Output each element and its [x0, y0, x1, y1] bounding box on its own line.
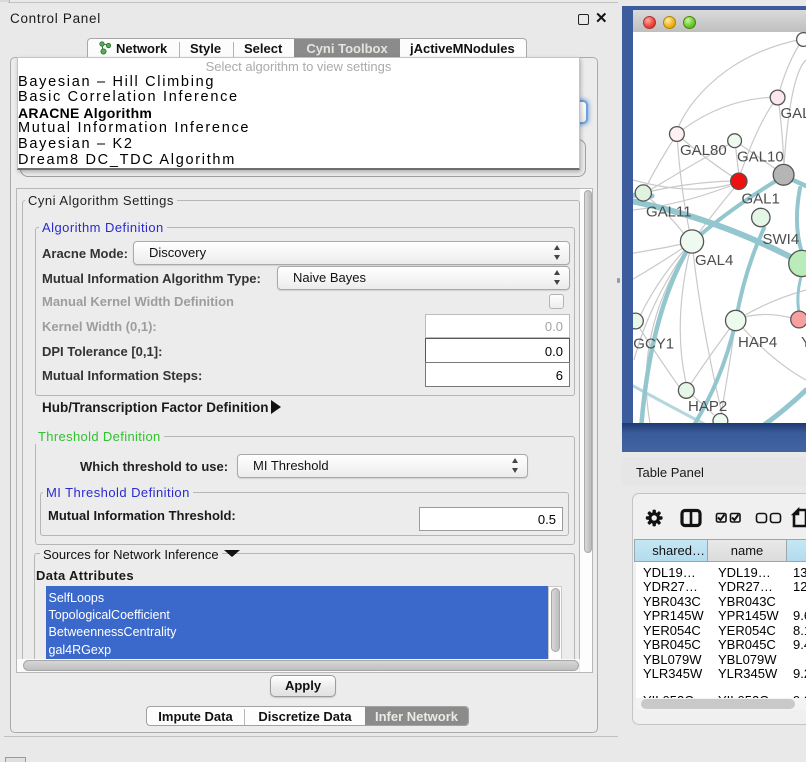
svg-text:YJ: YJ — [801, 334, 806, 351]
svg-text:GCY1: GCY1 — [633, 336, 674, 353]
svg-text:SWI4: SWI4 — [763, 231, 800, 248]
svg-text:HAP2: HAP2 — [688, 398, 727, 415]
svg-text:GAL1: GAL1 — [742, 191, 780, 208]
svg-text:GAL11: GAL11 — [646, 204, 692, 221]
svg-text:GAL80: GAL80 — [680, 142, 727, 159]
svg-text:GAL10: GAL10 — [737, 149, 784, 166]
svg-text:GAL4: GAL4 — [695, 252, 733, 269]
svg-text:HAP4: HAP4 — [738, 334, 777, 351]
svg-text:GAL7: GAL7 — [781, 105, 806, 122]
